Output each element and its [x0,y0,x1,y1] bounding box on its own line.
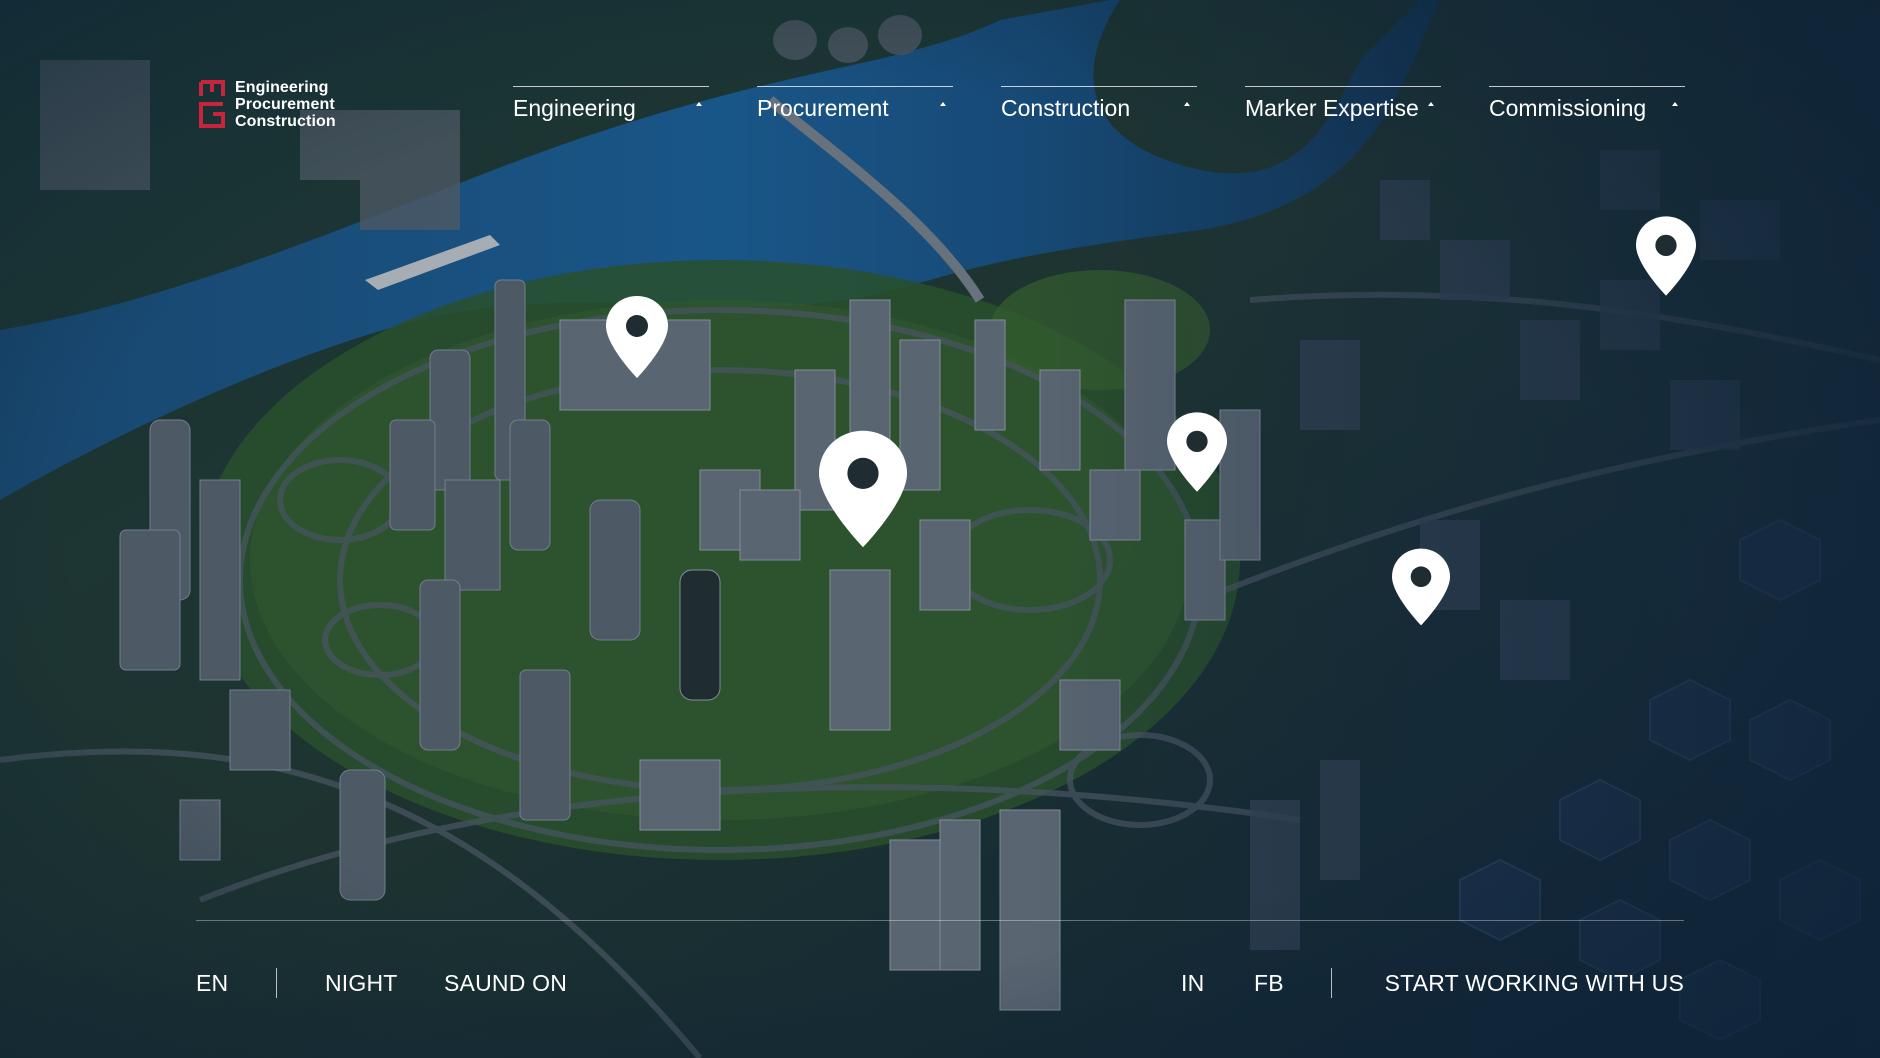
logo-line-engineering: Engineering [235,78,329,96]
map-pin-icon[interactable] [1392,548,1450,626]
caret-up-icon [696,102,702,106]
nav-item-construction[interactable]: Construction [1001,86,1197,122]
map-pin-icon[interactable] [606,296,668,378]
main-nav: Engineering Procurement Construction Mar… [513,86,1685,122]
logo-line-procurement: Procurement [235,95,335,113]
nav-label: Engineering [513,95,636,121]
nav-label: Marker Expertise [1245,95,1419,121]
start-working-cta-button[interactable]: START WORKING WITH US [1385,970,1684,997]
social-linkedin-link[interactable]: IN [1181,970,1204,997]
social-facebook-link[interactable]: FB [1254,970,1284,997]
nav-item-marker-expertise[interactable]: Marker Expertise [1245,86,1441,122]
caret-up-icon [1184,102,1190,106]
caret-up-icon [940,102,946,106]
theme-toggle[interactable]: NIGHT [325,970,398,997]
nav-label: Construction [1001,95,1131,121]
map-pin-icon[interactable] [1167,412,1227,492]
nav-item-commissioning[interactable]: Commissioning [1489,86,1685,122]
city-map-background [0,0,1880,1058]
sound-toggle[interactable]: SAUND ON [444,970,567,997]
caret-up-icon [1672,102,1678,106]
footer-separator [1331,968,1332,998]
language-switch[interactable]: EN [196,970,228,997]
footer-bar: EN NIGHT SAUND ON IN FB START WORKING WI… [196,968,1684,1000]
map-pin-icon[interactable] [1636,216,1696,296]
caret-up-icon [1428,102,1434,106]
ge-logo-icon [199,80,225,128]
nav-item-procurement[interactable]: Procurement [757,86,953,122]
map-pin-main-icon[interactable] [819,430,907,548]
nav-label: Procurement [757,95,889,121]
footer-separator [276,968,277,998]
nav-item-engineering[interactable]: Engineering [513,86,709,122]
logo-line-construction: Construction [235,112,336,130]
company-logo[interactable]: Engineering Procurement Construction [197,78,336,130]
footer-divider [196,920,1684,921]
nav-label: Commissioning [1489,95,1647,121]
logo-wordmark: Engineering Procurement Construction [235,79,336,130]
